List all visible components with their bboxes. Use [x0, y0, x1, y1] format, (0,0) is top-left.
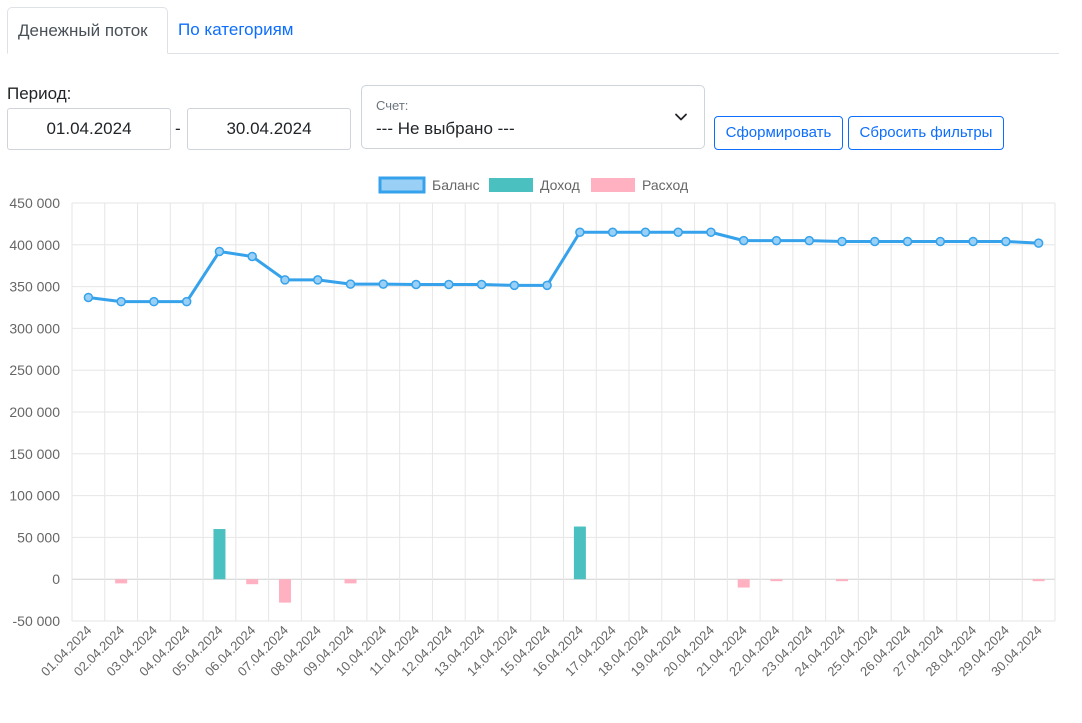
balance-point	[83, 292, 94, 303]
balance-point	[738, 235, 749, 246]
account-label: Счет:	[376, 98, 409, 113]
period-label: Период:	[7, 84, 72, 103]
y-tick-label: 450 000	[9, 195, 60, 211]
legend-item: Доход	[489, 177, 580, 193]
balance-point	[902, 236, 913, 247]
chevron-down-icon	[675, 113, 687, 121]
balance-point	[411, 279, 421, 290]
legend-item: Расход	[591, 177, 688, 193]
date-separator: -	[175, 119, 181, 138]
date-to-input[interactable]	[187, 108, 351, 150]
y-tick-label: 200 000	[9, 404, 60, 420]
tab-bar: Денежный поток По категориям	[7, 7, 1059, 54]
balance-point	[214, 246, 225, 257]
balance-point	[968, 236, 978, 247]
expense-bar	[246, 579, 259, 585]
balance-point	[673, 227, 683, 238]
tab-cash-flow[interactable]: Денежный поток	[7, 7, 168, 54]
income-bar	[573, 526, 586, 580]
y-tick-label: 300 000	[9, 320, 60, 336]
balance-point	[1033, 238, 1044, 248]
balance-point	[870, 236, 880, 247]
balance-point	[313, 275, 323, 285]
expense-bar	[115, 579, 128, 584]
balance-point	[575, 227, 585, 238]
reset-filters-button[interactable]: Сбросить фильтры	[848, 116, 1004, 150]
income-bar	[213, 529, 226, 580]
chart-svg: 450 000 400 000 350 000 300 000 250 000 200 0…	[9, 176, 1056, 679]
balance-point	[771, 235, 782, 246]
balance-point	[640, 227, 651, 238]
balance-point	[181, 296, 192, 307]
y-tick-label: 150 000	[9, 446, 60, 462]
balance-point	[116, 296, 126, 307]
expense-bar	[770, 579, 783, 582]
balance-point	[247, 251, 257, 262]
legend-item: Баланс	[378, 176, 480, 194]
legend-swatch	[591, 178, 635, 192]
submit-button[interactable]: Сформировать	[714, 116, 843, 150]
account-value: --- Не выбрано ---	[376, 119, 515, 138]
balance-point	[444, 279, 454, 290]
balance-point	[542, 280, 552, 291]
legend-swatch	[489, 178, 533, 192]
balance-point	[476, 279, 487, 290]
expense-bar	[1032, 579, 1045, 582]
legend-swatch	[378, 176, 426, 194]
balance-point	[345, 279, 356, 289]
cash-flow-chart: 450 000 400 000 350 000 300 000 250 000 200 0…	[0, 165, 1082, 718]
balance-point	[378, 279, 389, 289]
account-select[interactable]: Счет: --- Не выбрано ---	[361, 85, 705, 149]
y-tick-label: 0	[52, 571, 60, 587]
expense-bar	[737, 579, 750, 588]
expense-bar	[344, 579, 357, 584]
y-tick-label: 400 000	[9, 237, 60, 253]
balance-point	[804, 235, 814, 246]
y-tick-label: 250 000	[9, 362, 60, 378]
expense-bar	[278, 579, 291, 603]
y-tick-label: -50 000	[13, 613, 61, 629]
legend-label: Баланс	[432, 177, 480, 193]
balance-point	[509, 280, 520, 291]
expense-bar	[836, 579, 849, 582]
balance-point	[706, 227, 716, 238]
y-tick-label: 100 000	[9, 488, 60, 504]
y-tick-label: 50 000	[17, 529, 60, 545]
date-from-input[interactable]	[7, 108, 171, 150]
balance-point	[935, 236, 946, 247]
y-tick-label: 350 000	[9, 279, 60, 295]
legend-label: Расход	[642, 177, 688, 193]
balance-point	[1001, 236, 1011, 247]
tab-by-categories[interactable]: По категориям	[168, 7, 303, 53]
balance-point	[607, 227, 618, 238]
balance-point	[149, 296, 159, 307]
balance-point	[837, 236, 847, 247]
legend-label: Доход	[540, 177, 580, 193]
balance-point	[280, 275, 290, 285]
